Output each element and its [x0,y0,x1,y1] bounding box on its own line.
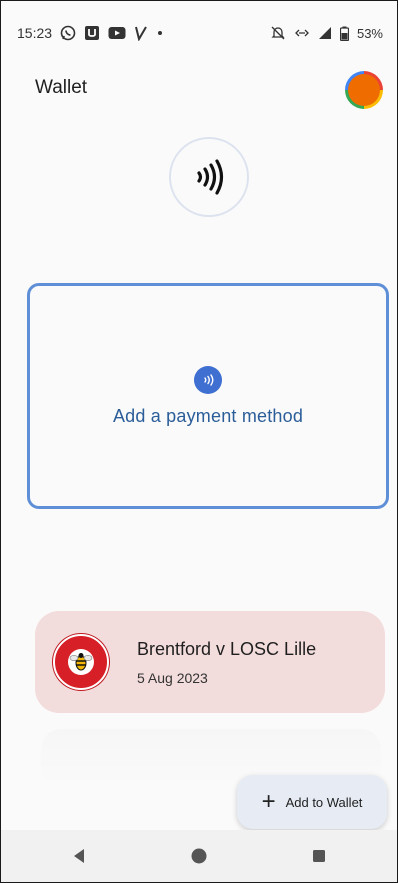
nfc-contactless-button[interactable] [169,137,249,217]
add-to-wallet-label: Add to Wallet [285,794,363,810]
brentford-crest-icon [53,634,109,690]
mute-icon [270,25,286,41]
add-to-wallet-button[interactable]: + Add to Wallet [237,775,387,829]
dot-icon [156,29,164,37]
v-app-icon [134,25,148,41]
youtube-icon [108,26,126,40]
account-avatar[interactable] [345,71,383,109]
link-icon [294,27,310,39]
status-right: 53% [270,25,383,41]
ticket-date: 5 Aug 2023 [137,669,208,686]
battery-icon [339,26,349,41]
home-icon[interactable] [187,844,211,868]
system-nav-bar [1,830,397,882]
ticket-title: Brentford v LOSC Lille [137,638,317,659]
contactless-pay-icon [194,365,222,394]
back-icon[interactable] [67,844,91,868]
status-bar: 15:23 53% [1,1,397,65]
plus-icon: + [261,788,276,815]
recents-icon[interactable] [307,844,331,868]
add-payment-method-card[interactable]: Add a payment method [27,283,389,509]
event-ticket-card[interactable]: Brentford v LOSC Lille 5 Aug 2023 [35,611,385,713]
wallet-screen: 15:23 53% Wallet Add a payment method Br… [0,0,398,883]
signal-icon [318,26,332,40]
status-time: 15:23 [17,25,53,41]
add-payment-method-label: Add a payment method [112,405,304,426]
page-title: Wallet [35,77,88,98]
status-left: 15:23 [17,25,164,41]
avatar-image [348,74,380,106]
u-app-icon [84,25,100,41]
battery-percentage: 53% [356,25,383,41]
ticket-text: Brentford v LOSC Lille 5 Aug 2023 [137,639,316,686]
whatsapp-icon [60,25,76,41]
contactless-icon [197,159,224,195]
